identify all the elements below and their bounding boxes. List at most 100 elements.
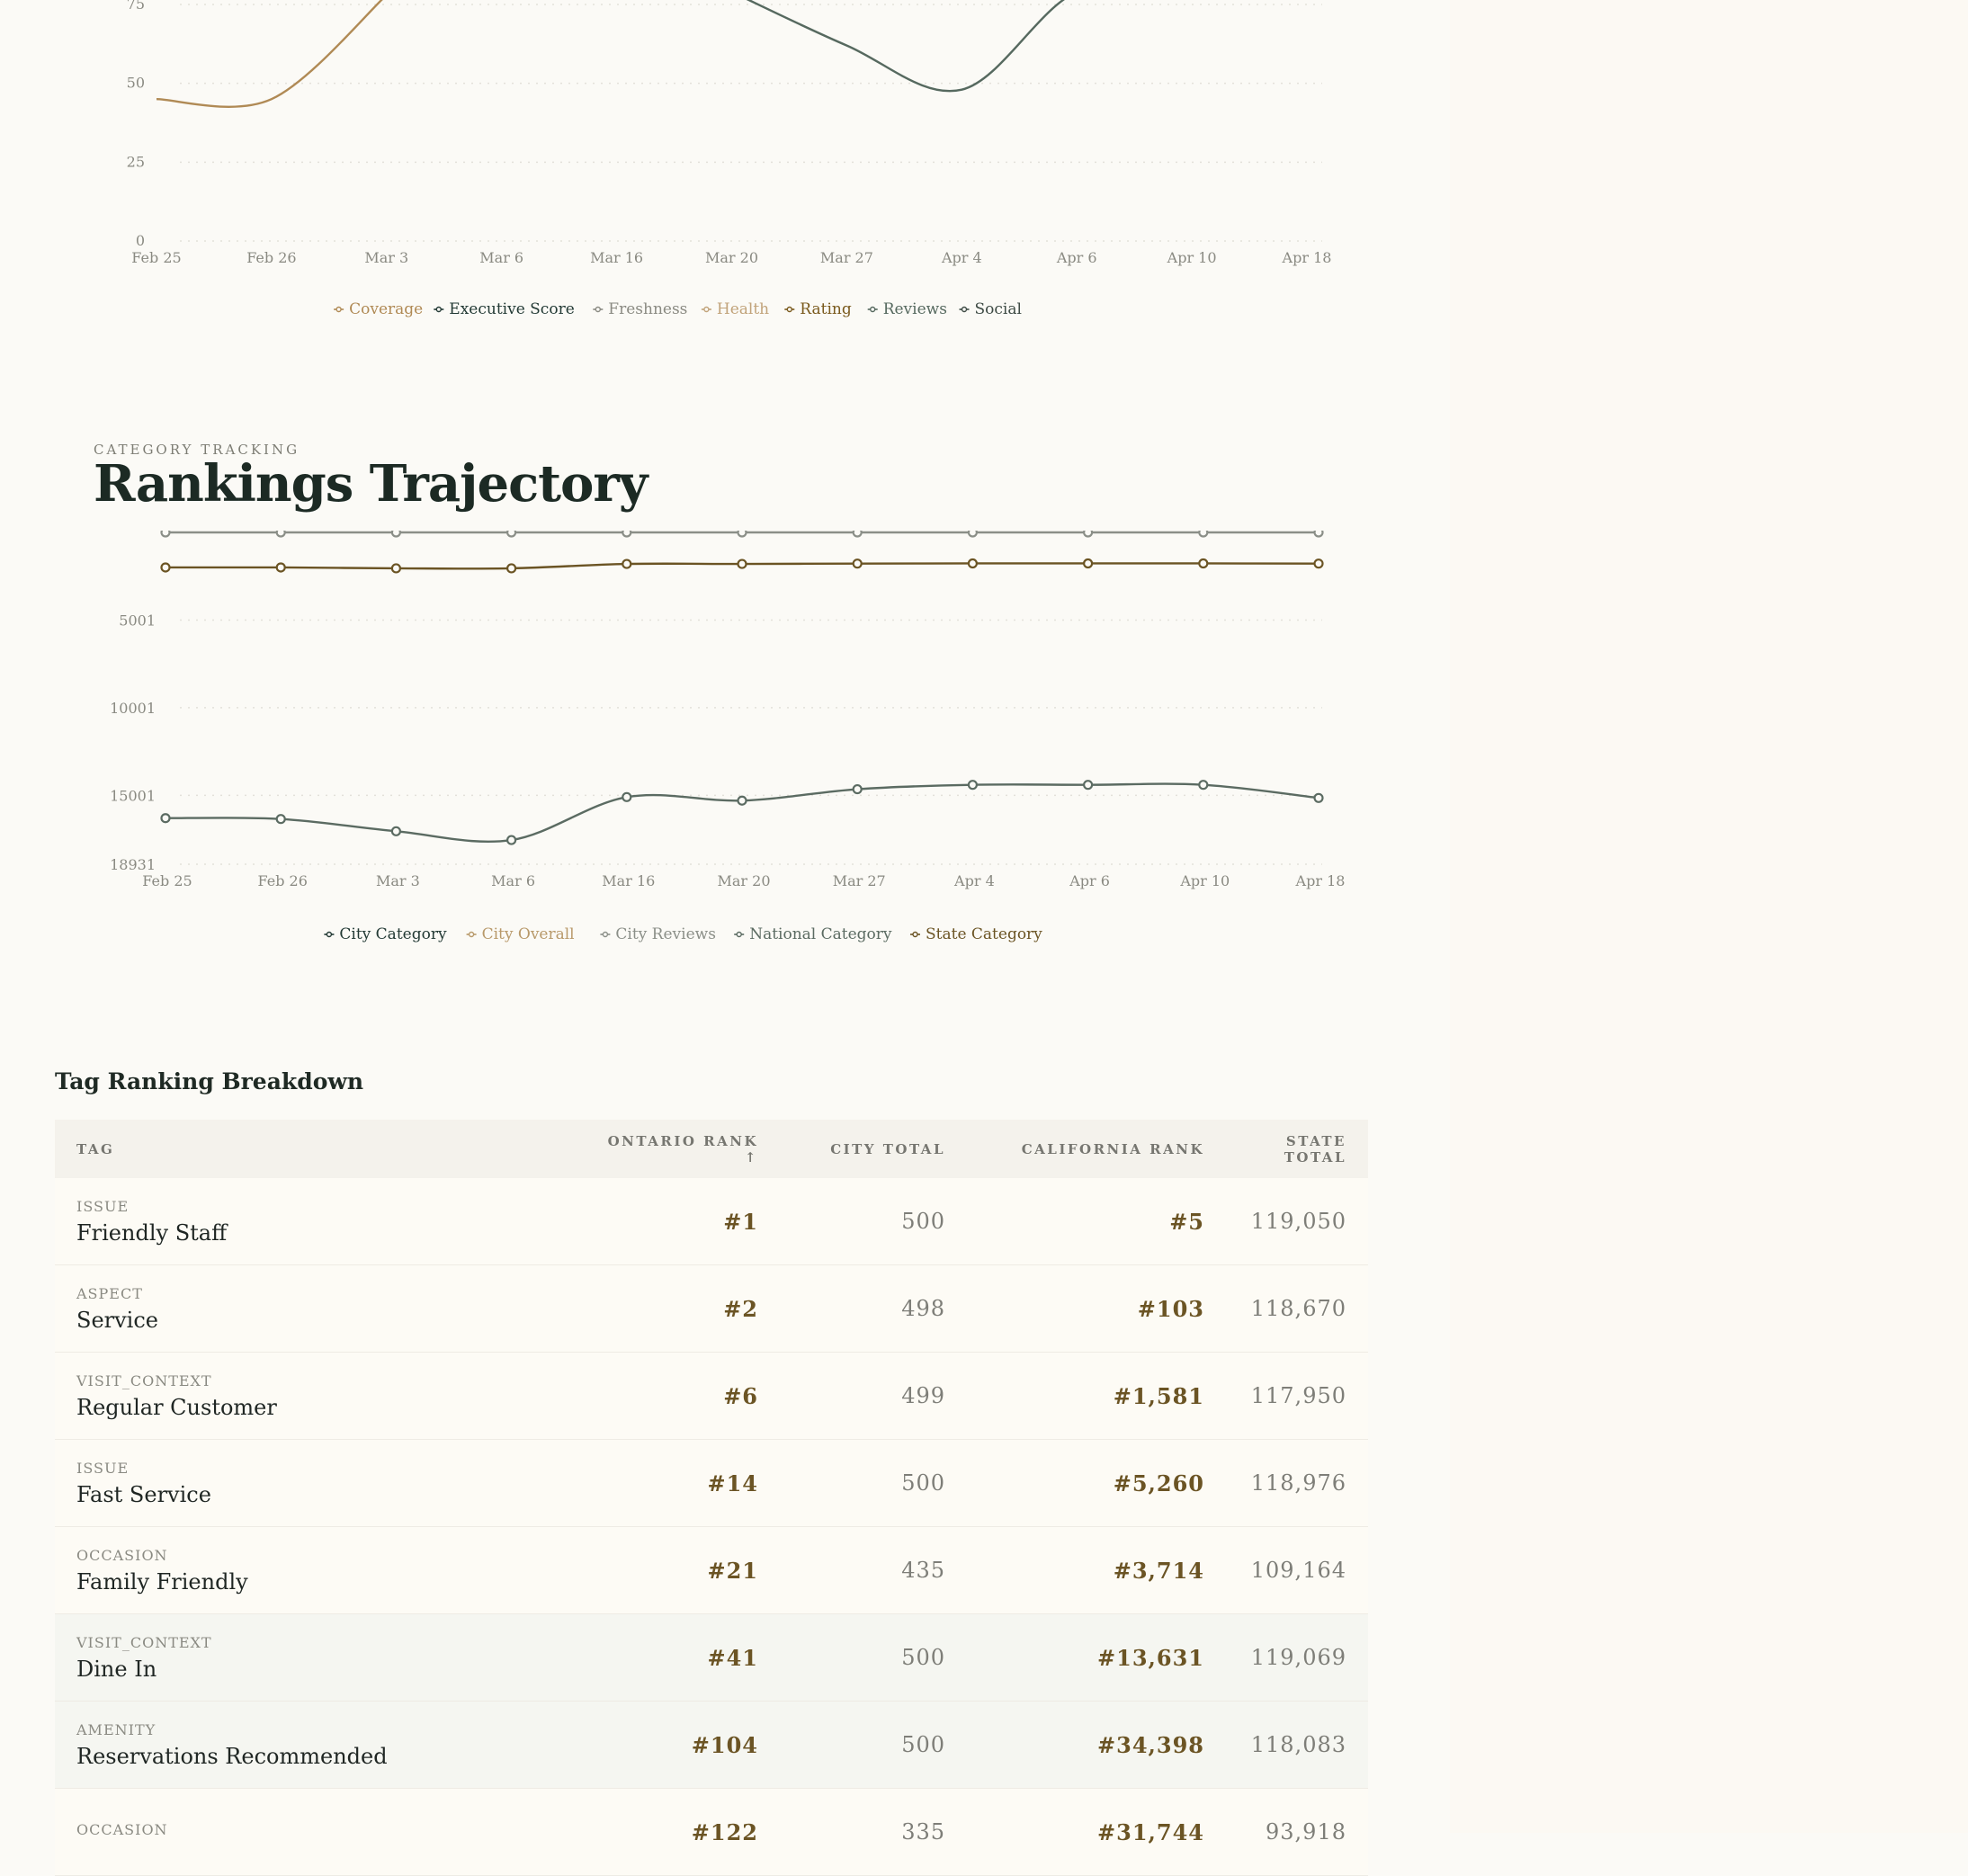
column-header-california-rank[interactable]: CALIFORNIA RANK bbox=[967, 1120, 1226, 1178]
city-total: 335 bbox=[901, 1819, 945, 1845]
table-row[interactable]: OCCASION Family Friendly #21 435 #3,714 109,1… bbox=[55, 1526, 1368, 1614]
rankings-chart-legend-item[interactable]: City Reviews bbox=[600, 925, 716, 943]
data-point-national-category[interactable] bbox=[1082, 780, 1094, 791]
state-total-cell: 119,069 bbox=[1226, 1613, 1368, 1702]
data-point-city-reviews[interactable] bbox=[1083, 531, 1094, 538]
city-total-cell: 435 bbox=[780, 1526, 967, 1614]
table-row[interactable]: VISIT_CONTEXT Dine In #41 500 #13,631 119,069 bbox=[55, 1613, 1368, 1702]
data-point-national-category[interactable] bbox=[622, 791, 632, 802]
score-chart-legend-item[interactable]: Executive Score bbox=[434, 300, 575, 318]
data-point-city-reviews[interactable] bbox=[852, 531, 863, 538]
x-tick-label: Mar 16 bbox=[590, 249, 643, 266]
data-point-national-category[interactable] bbox=[1198, 780, 1209, 791]
score-chart-legend-item[interactable]: Reviews bbox=[867, 300, 947, 318]
california-rank: #13,631 bbox=[1097, 1644, 1204, 1671]
data-point-state-category[interactable] bbox=[160, 562, 171, 573]
data-point-state-category[interactable] bbox=[622, 558, 632, 569]
data-point-city-reviews[interactable] bbox=[275, 531, 286, 538]
score-chart-legend-item[interactable]: Social bbox=[959, 300, 1022, 318]
rankings-chart-legend-item[interactable]: City Overall bbox=[466, 925, 575, 943]
score-chart-legend-item[interactable]: Coverage bbox=[334, 300, 423, 318]
city-total: 500 bbox=[901, 1732, 945, 1757]
x-tick-label: Apr 10 bbox=[1167, 249, 1217, 266]
data-point-state-category[interactable] bbox=[737, 558, 747, 569]
california-rank: #3,714 bbox=[1113, 1557, 1204, 1584]
city-total-cell: 500 bbox=[780, 1178, 967, 1265]
column-header-state-total[interactable]: STATE TOTAL bbox=[1226, 1120, 1368, 1178]
california-rank-cell: #103 bbox=[967, 1264, 1226, 1353]
score-trend-chart: 0 25 50 75 Feb 25 Feb 26 Mar 3 Mar 6 Mar 16 Mar … bbox=[127, 0, 1331, 318]
data-point-national-category[interactable] bbox=[275, 814, 286, 825]
city-total: 500 bbox=[901, 1209, 945, 1234]
data-point-state-category[interactable] bbox=[1198, 558, 1209, 569]
data-point-city-reviews[interactable] bbox=[967, 531, 978, 538]
data-point-city-reviews[interactable] bbox=[160, 531, 171, 538]
data-point-national-category[interactable] bbox=[967, 780, 979, 791]
rankings-chart-legend-item[interactable]: National Category bbox=[734, 925, 892, 943]
column-header-city-total[interactable]: CITY TOTAL bbox=[780, 1120, 967, 1178]
data-point-national-category[interactable] bbox=[737, 795, 747, 806]
x-tick-label: Mar 3 bbox=[364, 249, 408, 266]
table-row[interactable]: ISSUE Friendly Staff #1 500 #5 119,050 bbox=[55, 1178, 1368, 1265]
data-point-state-category[interactable] bbox=[275, 562, 286, 573]
table-row[interactable]: ASPECT Service #2 498 #103 118,670 bbox=[55, 1264, 1368, 1353]
ontario-rank: #2 bbox=[723, 1295, 758, 1322]
data-point-national-category[interactable] bbox=[390, 826, 401, 836]
score-chart-legend-item[interactable]: Freshness bbox=[593, 300, 687, 318]
data-point-city-reviews[interactable] bbox=[1198, 531, 1209, 538]
y-tick-label: 10001 bbox=[110, 700, 156, 717]
score-chart-legend-item[interactable]: Rating bbox=[784, 300, 852, 318]
score-chart-legend-label: Health bbox=[717, 300, 769, 318]
data-point-city-reviews[interactable] bbox=[506, 531, 517, 538]
x-tick-label: Feb 25 bbox=[131, 249, 181, 266]
column-header-tag[interactable]: TAG bbox=[55, 1120, 566, 1178]
tag-category: VISIT_CONTEXT bbox=[76, 1371, 212, 1389]
column-header-ontario-rank[interactable]: ONTARIO RANK ↑ bbox=[566, 1120, 780, 1178]
rankings-chart-legend-label: State Category bbox=[926, 925, 1042, 943]
score-chart-legend-item[interactable]: Health bbox=[701, 300, 769, 318]
x-tick-label: Mar 6 bbox=[479, 249, 523, 266]
city-total: 500 bbox=[901, 1645, 945, 1670]
rankings-chart-legend-item[interactable]: State Category bbox=[910, 925, 1042, 943]
main-content: 0 25 50 75 Feb 25 Feb 26 Mar 3 Mar 6 Mar 16 Mar … bbox=[0, 0, 1450, 1876]
state-total: 119,050 bbox=[1250, 1209, 1346, 1234]
tag-category: ISSUE bbox=[76, 1459, 130, 1477]
data-point-city-reviews[interactable] bbox=[1313, 531, 1324, 538]
ontario-rank-cell: #1 bbox=[566, 1178, 780, 1265]
table-row[interactable]: AMENITY Reservations Recommended #104 500 #3… bbox=[55, 1701, 1368, 1789]
ontario-rank: #14 bbox=[707, 1470, 758, 1496]
tag-category: OCCASION bbox=[76, 1546, 168, 1564]
data-point-state-category[interactable] bbox=[505, 563, 517, 574]
rankings-chart-legend-label: City Reviews bbox=[615, 925, 716, 943]
tag-category: VISIT_CONTEXT bbox=[76, 1633, 212, 1651]
table-row[interactable]: ISSUE Fast Service #14 500 #5,260 118,976 bbox=[55, 1439, 1368, 1527]
table-row[interactable]: OCCASION #122 335 #31,744 93,918 bbox=[55, 1788, 1368, 1876]
tag-cell: VISIT_CONTEXT Regular Customer bbox=[55, 1352, 566, 1440]
data-point-city-reviews[interactable] bbox=[390, 531, 401, 538]
tag-category: ASPECT bbox=[76, 1284, 143, 1302]
data-point-national-category[interactable] bbox=[1313, 792, 1324, 803]
data-point-national-category[interactable] bbox=[852, 783, 863, 795]
data-point-state-category[interactable] bbox=[1313, 558, 1324, 569]
ontario-rank-cell: #104 bbox=[566, 1701, 780, 1789]
state-total-cell: 118,976 bbox=[1226, 1439, 1368, 1527]
tag-cell: ISSUE Fast Service bbox=[55, 1439, 566, 1527]
x-tick-label: Feb 25 bbox=[142, 872, 192, 889]
tag-cell: ASPECT Service bbox=[55, 1264, 566, 1353]
state-total: 118,083 bbox=[1250, 1732, 1346, 1757]
ontario-rank-cell: #122 bbox=[566, 1788, 780, 1876]
rankings-chart-legend-item[interactable]: City Category bbox=[324, 925, 447, 943]
data-point-city-reviews[interactable] bbox=[622, 531, 632, 538]
data-point-city-reviews[interactable] bbox=[737, 531, 747, 538]
data-point-national-category[interactable] bbox=[160, 813, 171, 824]
data-point-state-category[interactable] bbox=[390, 563, 401, 574]
table-row[interactable]: VISIT_CONTEXT Regular Customer #6 499 #1,581… bbox=[55, 1352, 1368, 1440]
data-point-state-category[interactable] bbox=[967, 558, 979, 569]
data-point-state-category[interactable] bbox=[852, 558, 863, 569]
y-tick-label: 15001 bbox=[110, 787, 156, 804]
score-chart-legend-label: Coverage bbox=[349, 300, 423, 318]
data-point-state-category[interactable] bbox=[1082, 558, 1094, 569]
tag-name: Fast Service bbox=[76, 1481, 211, 1507]
y-tick-label: 5001 bbox=[119, 612, 156, 629]
data-point-national-category[interactable] bbox=[505, 835, 517, 845]
